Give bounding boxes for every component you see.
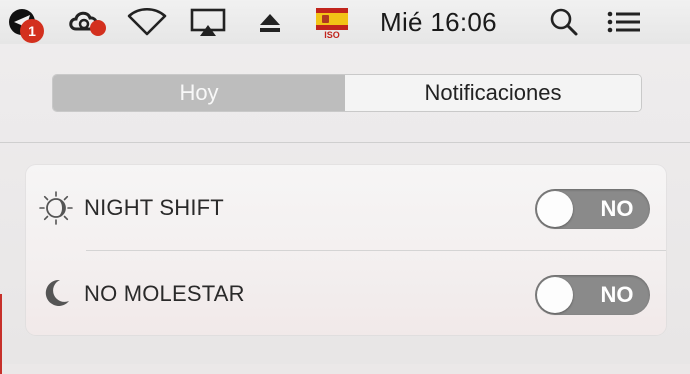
do-not-disturb-toggle[interactable]: NO xyxy=(535,275,650,315)
notification-center-panel: Hoy Notificaciones NIGHT SHIFT NO NO MOL… xyxy=(0,44,690,374)
section-divider xyxy=(0,142,690,143)
night-shift-toggle[interactable]: NO xyxy=(535,189,650,229)
eject-icon[interactable] xyxy=(252,0,288,44)
tab-notificaciones[interactable]: Notificaciones xyxy=(345,75,641,111)
moon-icon xyxy=(38,275,74,311)
night-shift-row: NIGHT SHIFT NO xyxy=(26,165,666,251)
wifi-icon[interactable] xyxy=(124,0,170,44)
menu-clock[interactable]: Mié 16:06 xyxy=(380,0,497,44)
night-shift-icon xyxy=(38,190,74,226)
spotlight-search-icon[interactable] xyxy=(546,0,582,44)
toggle-knob xyxy=(537,277,573,313)
night-shift-label: NIGHT SHIFT xyxy=(84,195,224,220)
notification-badge: 1 xyxy=(20,19,44,43)
do-not-disturb-row: NO MOLESTAR NO xyxy=(26,251,666,337)
tab-hoy[interactable]: Hoy xyxy=(53,75,345,111)
spain-flag-icon[interactable] xyxy=(316,8,348,30)
window-edge xyxy=(0,294,2,374)
status-dot xyxy=(90,20,106,36)
do-not-disturb-label: NO MOLESTAR xyxy=(84,281,245,306)
toggle-state-label: NO xyxy=(600,282,634,307)
tab-switcher: Hoy Notificaciones xyxy=(52,74,642,112)
menu-bar: 1 ISO Mié 16:06 xyxy=(0,0,690,44)
notification-center-icon[interactable] xyxy=(604,0,644,44)
toggles-card: NIGHT SHIFT NO NO MOLESTAR NO xyxy=(26,165,666,335)
input-source-label: ISO xyxy=(324,30,340,40)
toggle-state-label: NO xyxy=(600,196,634,221)
toggle-knob xyxy=(537,191,573,227)
airplay-icon[interactable] xyxy=(188,0,228,44)
